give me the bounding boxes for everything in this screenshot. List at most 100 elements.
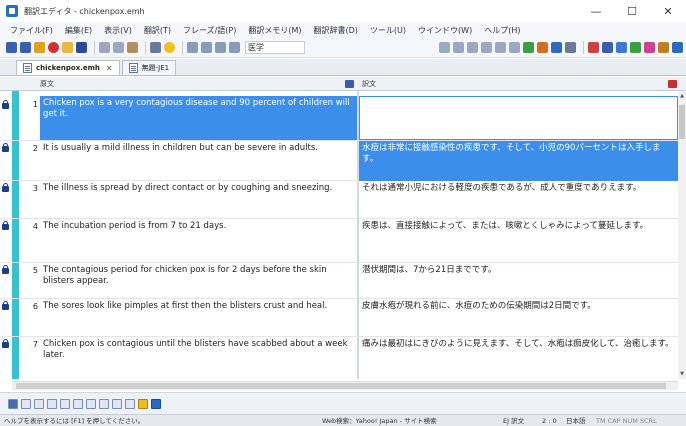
horizontal-scrollbar[interactable]	[12, 381, 678, 390]
app-icon	[6, 5, 18, 17]
source-cell[interactable]: The illness is spread by direct contact …	[40, 181, 357, 217]
translate-icon[interactable]	[187, 42, 198, 53]
source-cell[interactable]: The contagious period for chicken pox is…	[40, 263, 357, 297]
menu-edit[interactable]: 編集(E)	[59, 25, 98, 36]
target-cell[interactable]: 潜伏期間は、7から21日までです。	[359, 263, 678, 297]
table-row[interactable]: 2 It is usually a mild illness in childr…	[0, 141, 678, 181]
scroll-down-icon[interactable]: ▼	[679, 371, 685, 377]
stop-icon[interactable]	[229, 42, 240, 53]
book-icon[interactable]	[616, 42, 627, 53]
menu-window[interactable]: ウインドウ(W)	[412, 25, 478, 36]
paste-icon[interactable]	[127, 42, 138, 53]
target-cell[interactable]	[359, 96, 678, 140]
menu-dictionary[interactable]: 翻訳辞書(D)	[308, 25, 364, 36]
row-number: 3	[32, 184, 38, 193]
target-cell[interactable]: 痛みは最初はにきびのように見えます、そして、水疱は痂皮化して、治癒します。	[359, 337, 678, 373]
table-row[interactable]: 7 Chicken pox is contagious until the bl…	[0, 337, 678, 379]
view-icon[interactable]	[47, 398, 57, 409]
row-number: 7	[32, 340, 38, 349]
table-row[interactable]: 1 Chicken pox is a very contagious disea…	[0, 91, 678, 141]
minimize-button[interactable]: —	[578, 0, 614, 22]
view-icon[interactable]	[99, 398, 109, 409]
source-column-header[interactable]: 原文	[40, 77, 54, 91]
panel-icon[interactable]	[551, 42, 562, 53]
web-icon[interactable]	[48, 42, 59, 53]
horizontal-scroll-thumb[interactable]	[16, 383, 666, 389]
cut-icon[interactable]	[99, 42, 110, 53]
filter-icon[interactable]	[495, 42, 506, 53]
maximize-button[interactable]: ☐	[614, 0, 650, 22]
folder-icon[interactable]	[62, 42, 73, 53]
table-row[interactable]: 4 The incubation period is from 7 to 21 …	[0, 219, 678, 263]
source-cell[interactable]: Chicken pox is contagious until the blis…	[40, 337, 357, 373]
target-cell[interactable]: 皮膚水疱が現れる前に、水痘のための伝染期間は2日間です。	[359, 299, 678, 335]
save-icon[interactable]	[76, 42, 87, 53]
translate-all-icon[interactable]	[201, 42, 212, 53]
view-icon[interactable]	[86, 398, 96, 409]
target-column-header[interactable]: 訳文	[362, 77, 376, 91]
help-hint: ヘルプを表示するには [F1] を押してください。	[4, 417, 145, 425]
source-cell[interactable]: The sores look like pimples at first the…	[40, 299, 357, 335]
source-column-icon[interactable]	[345, 80, 354, 88]
vertical-scrollbar[interactable]: ▲ ▼	[678, 91, 686, 379]
tab-untitled[interactable]: 無題-JE1	[121, 60, 177, 75]
translate-range-icon[interactable]	[215, 42, 226, 53]
table-row[interactable]: 5 The contagious period for chicken pox …	[0, 263, 678, 299]
menu-file[interactable]: ファイル(F)	[4, 25, 59, 36]
check-icon[interactable]	[523, 42, 534, 53]
window-title: 翻訳エディタ - chickenpox.emh	[24, 6, 145, 16]
scroll-up-icon[interactable]: ▲	[679, 93, 685, 99]
view-icon[interactable]	[21, 398, 31, 409]
menu-tools[interactable]: ツール(U)	[364, 25, 412, 36]
copy-icon[interactable]	[113, 42, 124, 53]
lookup-icon[interactable]	[439, 42, 450, 53]
table-row[interactable]: 3 The illness is spread by direct contac…	[0, 181, 678, 219]
dictionary-field[interactable]: 医学	[245, 41, 305, 54]
target-cell[interactable]: それは通常小児における軽度の疾患であるが、成人で重度でありえます。	[359, 181, 678, 217]
window-icon[interactable]	[672, 42, 683, 53]
scroll-thumb[interactable]	[679, 105, 685, 139]
help-icon[interactable]	[164, 42, 175, 53]
menu-translation-memory[interactable]: 翻訳メモリ(M)	[242, 25, 307, 36]
settings-icon[interactable]	[658, 42, 669, 53]
menu-translate[interactable]: 翻訳(T)	[138, 25, 177, 36]
network-icon[interactable]	[644, 42, 655, 53]
tab-chickenpox[interactable]: chickenpox.emh ✕	[16, 60, 120, 75]
title-bar: 翻訳エディタ - chickenpox.emh — ☐ ✕	[0, 0, 686, 22]
person-icon[interactable]	[630, 42, 641, 53]
edit-dict-icon[interactable]	[602, 42, 613, 53]
view-icon[interactable]	[73, 398, 83, 409]
open-icon[interactable]	[34, 42, 45, 53]
undo-icon[interactable]	[150, 42, 161, 53]
target-cell[interactable]: 水痘は非常に接触感染性の疾患です、そして、小児の90パーセントは入手します。	[359, 141, 678, 181]
view-icon[interactable]	[112, 398, 122, 409]
source-cell[interactable]: The incubation period is from 7 to 21 da…	[40, 219, 357, 259]
lock-icon	[2, 221, 9, 230]
target-column-icon[interactable]	[668, 80, 677, 88]
source-cell[interactable]: Chicken pox is a very contagious disease…	[40, 96, 357, 140]
highlight-icon[interactable]	[138, 398, 148, 409]
tab-close-icon[interactable]: ✕	[106, 64, 113, 73]
color-icon[interactable]	[151, 398, 161, 409]
menu-help[interactable]: ヘルプ(H)	[478, 25, 526, 36]
web-search-status[interactable]: Web検索：Yahoo! Japan - サイト検索	[322, 416, 437, 426]
dict-lookup-icon[interactable]	[453, 42, 464, 53]
new-je-icon[interactable]	[20, 42, 31, 53]
layout-icon[interactable]	[565, 42, 576, 53]
table-row[interactable]: 6 The sores look like pimples at first t…	[0, 299, 678, 337]
view-icon[interactable]	[34, 398, 44, 409]
up-arrow-icon[interactable]	[8, 398, 18, 409]
close-button[interactable]: ✕	[650, 0, 686, 22]
history-icon[interactable]	[588, 42, 599, 53]
new-icon[interactable]	[6, 42, 17, 53]
memory-icon[interactable]	[481, 42, 492, 53]
source-cell[interactable]: It is usually a mild illness in children…	[40, 141, 357, 177]
style-icon[interactable]	[537, 42, 548, 53]
menu-view[interactable]: 表示(V)	[98, 25, 138, 36]
view-icon[interactable]	[60, 398, 70, 409]
register-word-icon[interactable]	[467, 42, 478, 53]
compare-icon[interactable]	[509, 42, 520, 53]
view-icon[interactable]	[125, 398, 135, 409]
menu-phrase[interactable]: フレーズ/語(P)	[177, 25, 242, 36]
target-cell[interactable]: 疾患は、直接接触によって、または、咳嗽とくしゃみによって蔓延します。	[359, 219, 678, 259]
